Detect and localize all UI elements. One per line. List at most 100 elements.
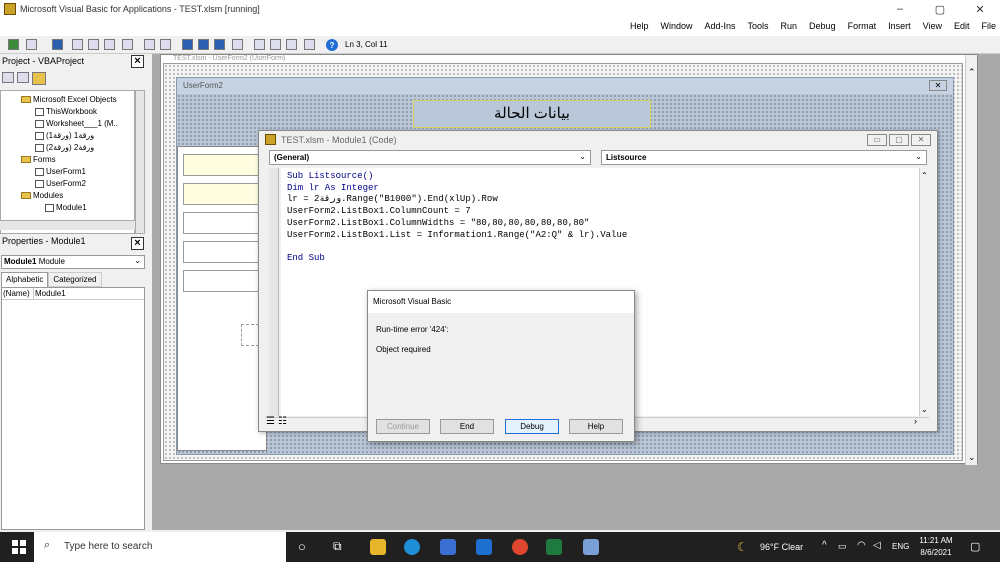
- textbox-2[interactable]: [183, 183, 261, 205]
- save-icon[interactable]: [52, 39, 63, 50]
- object-browser-icon[interactable]: [286, 39, 297, 50]
- network-icon[interactable]: ▭: [838, 541, 847, 552]
- scroll-up-icon[interactable]: ⌃: [968, 67, 976, 78]
- menu-add-ins[interactable]: Add-Ins: [704, 21, 735, 31]
- procedure-combo[interactable]: Listsource ⌄: [601, 150, 927, 165]
- chrome-icon[interactable]: [512, 539, 528, 555]
- designer-vscrollbar[interactable]: ⌃ ⌄: [965, 55, 977, 465]
- volume-icon[interactable]: ◁: [873, 540, 881, 551]
- margin-indicator-bar[interactable]: [269, 168, 279, 416]
- tree-item-userform2[interactable]: UserForm2: [35, 179, 86, 188]
- textbox-3[interactable]: [183, 212, 261, 234]
- menu-tools[interactable]: Tools: [748, 21, 769, 31]
- scroll-up-icon[interactable]: ⌃: [921, 171, 928, 180]
- notifications-icon[interactable]: ▢: [970, 540, 980, 553]
- tree-item-sheet2[interactable]: (ورقة2 (ورقة2: [35, 143, 94, 152]
- cut-icon[interactable]: [72, 39, 83, 50]
- properties-window-icon[interactable]: [270, 39, 281, 50]
- scroll-down-icon[interactable]: ⌄: [968, 452, 976, 463]
- restore-button[interactable]: ▢: [920, 0, 960, 18]
- menu-window[interactable]: Window: [660, 21, 692, 31]
- redo-icon[interactable]: [160, 39, 171, 50]
- vba-taskbar-icon[interactable]: [583, 539, 599, 555]
- taskbar-search-box[interactable]: ⌕ Type here to search: [34, 532, 286, 562]
- tree-item-worksheet[interactable]: Worksheet___1 (M..: [35, 119, 118, 128]
- break-icon[interactable]: [198, 39, 209, 50]
- insert-userform-icon[interactable]: [26, 39, 37, 50]
- userform-close-icon[interactable]: ✕: [929, 80, 947, 91]
- windows-start-icon[interactable]: [12, 540, 26, 554]
- copy-icon[interactable]: [88, 39, 99, 50]
- textbox-1[interactable]: [183, 154, 261, 176]
- tree-item-forms[interactable]: Forms: [21, 155, 56, 164]
- toolbox-icon[interactable]: [304, 39, 315, 50]
- toggle-folders-icon[interactable]: [32, 72, 46, 85]
- scroll-down-icon[interactable]: ⌄: [921, 405, 928, 414]
- menu-file[interactable]: File: [981, 21, 996, 31]
- title-bar: Microsoft Visual Basic for Applications …: [0, 0, 1000, 18]
- edge-icon[interactable]: [404, 539, 420, 555]
- continue-button[interactable]: Continue: [376, 419, 430, 434]
- end-button[interactable]: End: [440, 419, 494, 434]
- scroll-right-icon[interactable]: ›: [914, 416, 917, 426]
- close-button[interactable]: ✕: [960, 0, 1000, 18]
- textbox-5[interactable]: [183, 270, 261, 292]
- tree-item-module1[interactable]: Module1: [45, 203, 87, 212]
- debug-button[interactable]: Debug: [505, 419, 559, 434]
- menu-debug[interactable]: Debug: [809, 21, 836, 31]
- tree-item-sheet1[interactable]: (ورقة1 (ورقة1: [35, 131, 94, 140]
- object-dropdown[interactable]: Module1 Module ⌄: [1, 255, 145, 269]
- clock[interactable]: 11:21 AM 8/6/2021: [916, 536, 956, 557]
- object-combo[interactable]: (General) ⌄: [269, 150, 591, 165]
- run-icon[interactable]: [182, 39, 193, 50]
- menu-edit[interactable]: Edit: [954, 21, 970, 31]
- project-explorer-icon[interactable]: [254, 39, 265, 50]
- store-icon[interactable]: [440, 539, 456, 555]
- help-button[interactable]: Help: [569, 419, 623, 434]
- tray-chevron-icon[interactable]: ^: [822, 540, 827, 551]
- menu-view[interactable]: View: [923, 21, 942, 31]
- excel-taskbar-icon[interactable]: [546, 539, 562, 555]
- view-object-icon[interactable]: [17, 72, 29, 83]
- find-icon[interactable]: [122, 39, 133, 50]
- file-explorer-icon[interactable]: [370, 539, 386, 555]
- help-icon[interactable]: ?: [326, 39, 338, 51]
- properties-close-button[interactable]: ×: [131, 237, 144, 250]
- code-restore-icon[interactable]: ▢: [889, 134, 909, 146]
- language-indicator[interactable]: ENG: [892, 542, 909, 551]
- menu-help[interactable]: Help: [630, 21, 649, 31]
- tree-item-excel-objects[interactable]: Microsoft Excel Objects: [21, 95, 117, 104]
- project-hscrollbar[interactable]: [0, 220, 135, 230]
- project-close-button[interactable]: ×: [131, 55, 144, 68]
- tab-alphabetic[interactable]: Alphabetic: [1, 272, 49, 287]
- code-minimize-icon[interactable]: ▭: [867, 134, 887, 146]
- paste-icon[interactable]: [104, 39, 115, 50]
- menu-insert[interactable]: Insert: [888, 21, 911, 31]
- excel-view-icon[interactable]: [8, 39, 19, 50]
- cortana-icon[interactable]: ○: [298, 539, 306, 554]
- mail-icon[interactable]: [476, 539, 492, 555]
- code-vscrollbar[interactable]: ⌃ ⌄: [919, 168, 929, 416]
- minimize-button[interactable]: –: [880, 0, 920, 18]
- full-module-view-icon[interactable]: ☷: [278, 416, 287, 427]
- code-window-icon: [265, 134, 276, 145]
- tab-categorized[interactable]: Categorized: [48, 272, 102, 287]
- property-value[interactable]: Module1: [34, 288, 67, 299]
- task-view-icon[interactable]: ⧉: [333, 539, 342, 554]
- design-mode-icon[interactable]: [232, 39, 243, 50]
- selection-handle[interactable]: [241, 324, 259, 346]
- view-code-icon[interactable]: [2, 72, 14, 83]
- wifi-icon[interactable]: ◠: [857, 540, 866, 551]
- menu-format[interactable]: Format: [848, 21, 877, 31]
- tree-item-thisworkbook[interactable]: ThisWorkbook: [35, 107, 97, 116]
- undo-icon[interactable]: [144, 39, 155, 50]
- procedure-view-icon[interactable]: ☰: [266, 416, 275, 427]
- weather-text[interactable]: 96°F Clear: [760, 542, 803, 552]
- reset-icon[interactable]: [214, 39, 225, 50]
- tree-item-modules[interactable]: Modules: [21, 191, 63, 200]
- menu-run[interactable]: Run: [781, 21, 798, 31]
- project-vscrollbar[interactable]: [135, 90, 145, 234]
- tree-item-userform1[interactable]: UserForm1: [35, 167, 86, 176]
- code-close-icon[interactable]: ✕: [911, 134, 931, 146]
- textbox-4[interactable]: [183, 241, 261, 263]
